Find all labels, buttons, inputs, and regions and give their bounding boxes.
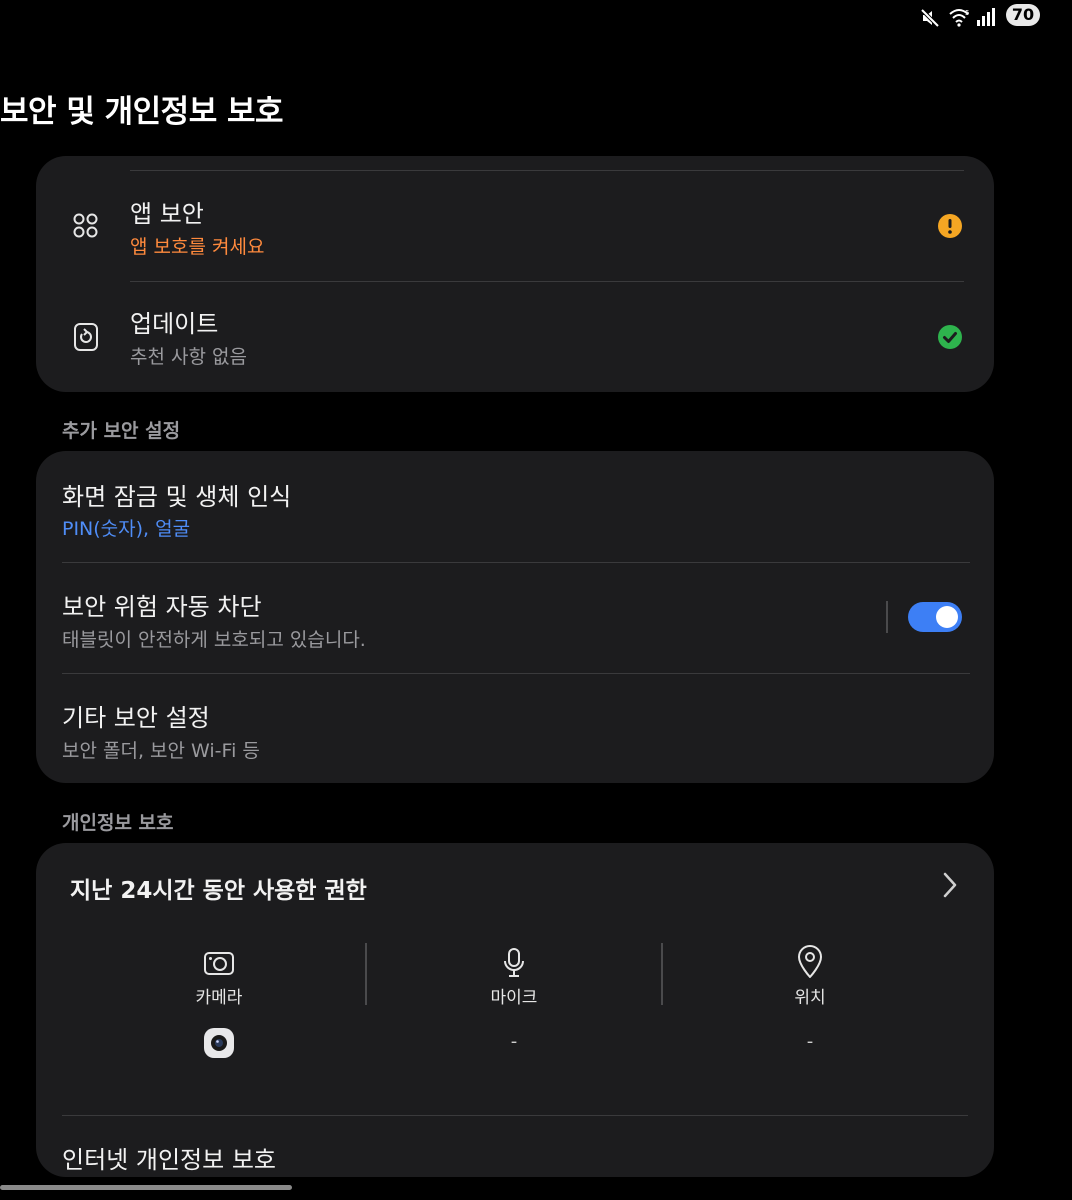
update-row[interactable]: 업데이트 추천 사항 없음 — [36, 282, 994, 392]
permissions-used-row[interactable]: 지난 24시간 동안 사용한 권한 — [36, 843, 994, 927]
location-icon — [798, 945, 822, 978]
microphone-usage: - — [510, 1031, 518, 1052]
camera-app-icon — [204, 1028, 234, 1058]
chevron-right-icon — [943, 872, 957, 898]
auto-blocker-toggle[interactable] — [908, 602, 962, 632]
app-security-icon — [73, 213, 98, 238]
other-security-subtitle: 보안 폴더, 보안 Wi-Fi 등 — [62, 740, 260, 762]
camera-label: 카메라 — [195, 988, 243, 1008]
signal-icon — [977, 8, 995, 26]
app-security-title: 앱 보안 — [130, 200, 204, 228]
app-security-subtitle: 앱 보호를 켜세요 — [130, 236, 265, 258]
permission-separator — [661, 943, 663, 1005]
security-privacy-screen: 5 70 보안 및 개인정보 보호 앱 보안 앱 보호를 켜세요 업데이트 추천… — [0, 0, 1072, 1200]
warning-icon — [938, 214, 962, 238]
section-header-privacy: 개인정보 보호 — [62, 812, 174, 834]
toggle-separator — [886, 601, 888, 633]
wifi-icon: 5 — [949, 9, 969, 27]
security-status-card: 앱 보안 앱 보호를 켜세요 업데이트 추천 사항 없음 — [36, 156, 994, 392]
screen-lock-title: 화면 잠금 및 생체 인식 — [62, 483, 292, 511]
scroll-indicator — [0, 1185, 292, 1190]
internet-privacy-title: 인터넷 개인정보 보호 — [62, 1146, 276, 1174]
auto-blocker-subtitle: 태블릿이 안전하게 보호되고 있습니다. — [62, 629, 366, 651]
toggle-knob — [936, 606, 958, 628]
app-security-row[interactable]: 앱 보안 앱 보호를 켜세요 — [36, 172, 994, 282]
other-security-title: 기타 보안 설정 — [62, 704, 210, 732]
update-title: 업데이트 — [130, 310, 219, 338]
privacy-card: 지난 24시간 동안 사용한 권한 카메라 마이크 - 위치 - 인터넷 개인정… — [36, 843, 994, 1177]
auto-blocker-title: 보안 위험 자동 차단 — [62, 593, 262, 621]
battery-level: 70 — [1006, 4, 1040, 26]
divider — [130, 170, 964, 171]
check-icon — [938, 325, 962, 349]
location-usage: - — [806, 1031, 814, 1052]
camera-icon — [204, 952, 234, 975]
location-label: 위치 — [794, 988, 826, 1008]
screen-lock-subtitle: PIN(숫자), 얼굴 — [62, 518, 191, 540]
section-header-additional-security: 추가 보안 설정 — [62, 420, 181, 442]
mute-icon — [920, 8, 940, 28]
auto-blocker-row[interactable]: 보안 위험 자동 차단 태블릿이 안전하게 보호되고 있습니다. — [36, 563, 994, 673]
camera-permission[interactable]: 카메라 — [136, 939, 302, 1089]
svg-text:5: 5 — [965, 9, 969, 17]
microphone-label: 마이크 — [490, 988, 538, 1008]
location-permission[interactable]: 위치 - — [727, 939, 893, 1089]
permission-separator — [365, 943, 367, 1005]
microphone-permission[interactable]: 마이크 - — [431, 939, 597, 1089]
permissions-used-title: 지난 24시간 동안 사용한 권한 — [70, 878, 367, 904]
additional-security-card: 화면 잠금 및 생체 인식 PIN(숫자), 얼굴 보안 위험 자동 차단 태블… — [36, 451, 994, 783]
screen-lock-row[interactable]: 화면 잠금 및 생체 인식 PIN(숫자), 얼굴 — [36, 451, 994, 561]
microphone-icon — [504, 948, 524, 977]
update-subtitle: 추천 사항 없음 — [130, 346, 247, 368]
internet-privacy-row[interactable]: 인터넷 개인정보 보호 — [36, 1116, 994, 1177]
update-icon — [74, 323, 98, 351]
page-title: 보안 및 개인정보 보호 — [0, 94, 284, 130]
other-security-row[interactable]: 기타 보안 설정 보안 폴더, 보안 Wi-Fi 등 — [36, 674, 994, 783]
